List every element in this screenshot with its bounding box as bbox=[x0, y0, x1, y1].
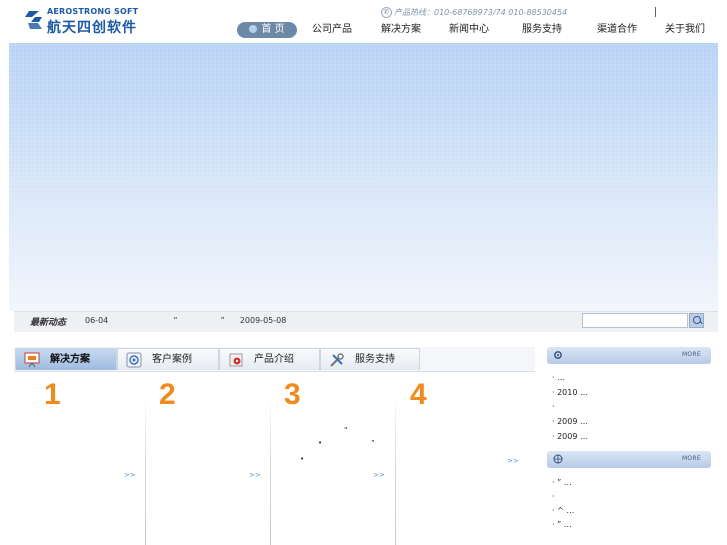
main-nav: 首 页 公司产品 解决方案 新闻中心 服务支持 渠道合作 关于我们 bbox=[0, 22, 727, 40]
phone-icon: ✆ bbox=[381, 7, 392, 18]
tab-products[interactable]: 产品介绍 bbox=[219, 348, 320, 370]
side-box-industry-header: MORE bbox=[547, 451, 711, 468]
solution-number-3: 3 bbox=[284, 378, 301, 411]
search-input[interactable] bbox=[582, 313, 688, 328]
hero-banner bbox=[9, 43, 718, 311]
nav-about[interactable]: 关于我们 bbox=[665, 22, 705, 38]
solution-number-4: 4 bbox=[410, 378, 427, 411]
content-tabs: 解决方案 客户案例 产品介绍 服务支持 bbox=[14, 347, 535, 372]
product-box-icon bbox=[229, 353, 243, 367]
side-industry-item[interactable]: · bbox=[552, 492, 555, 501]
latest-news-label: 最新动态 bbox=[30, 318, 67, 328]
side-industry-item[interactable]: · ” … bbox=[552, 478, 572, 487]
solution-1-more-link[interactable]: >> bbox=[124, 471, 136, 479]
banner-texture bbox=[9, 43, 718, 311]
globe-icon bbox=[553, 454, 563, 464]
side-box-news: MORE · … · 2010 … · · 2009 … · 2009 … bbox=[547, 347, 711, 441]
news-item-date: 06-04 bbox=[85, 316, 109, 325]
nav-home[interactable]: 首 页 bbox=[237, 22, 297, 38]
solutions-panel: 1 >> 2 >> 3 “ • ” • >> 4 >> bbox=[14, 372, 535, 545]
solution-3-more-link[interactable]: >> bbox=[373, 471, 385, 479]
news-ticker[interactable]: 06-04 “ ” 2009-05-08 bbox=[85, 316, 286, 325]
solution-2-more-link[interactable]: >> bbox=[249, 471, 261, 479]
side-news-item[interactable]: · 2009 … bbox=[552, 417, 588, 426]
solution-3-mark: • bbox=[300, 455, 305, 463]
solution-4-more-link[interactable]: >> bbox=[507, 457, 519, 465]
target-icon bbox=[126, 352, 142, 368]
tab-support[interactable]: 服务支持 bbox=[320, 348, 420, 370]
tab-cases-label: 客户案例 bbox=[152, 354, 192, 365]
solution-column-1: 1 >> bbox=[14, 372, 144, 545]
news-quote-open: “ bbox=[173, 316, 178, 325]
solution-3-mark: ” bbox=[371, 439, 375, 447]
tab-solutions-label: 解决方案 bbox=[50, 354, 90, 365]
solution-column-2: 2 >> bbox=[145, 372, 269, 545]
side-news-item[interactable]: · bbox=[552, 402, 555, 411]
nav-products[interactable]: 公司产品 bbox=[312, 22, 352, 38]
nav-solutions[interactable]: 解决方案 bbox=[381, 22, 421, 38]
side-box-industry: MORE · ” … · · ^ … · ” … bbox=[547, 451, 711, 529]
solution-3-mark: “ bbox=[344, 426, 348, 434]
tab-products-label: 产品介绍 bbox=[254, 354, 294, 365]
side-box-industry-more[interactable]: MORE bbox=[682, 455, 701, 462]
product-hotline: ✆ 产品热线：010-68768973/74 010-88530454 bbox=[381, 7, 567, 18]
tab-cases[interactable]: 客户案例 bbox=[117, 348, 219, 370]
side-news-item[interactable]: · … bbox=[552, 373, 565, 382]
globe-icon bbox=[249, 25, 258, 33]
side-box-news-header: MORE bbox=[547, 347, 711, 364]
search-button[interactable] bbox=[689, 313, 704, 328]
column-divider bbox=[145, 392, 146, 545]
column-divider bbox=[395, 392, 396, 545]
side-news-item[interactable]: · 2010 … bbox=[552, 388, 588, 397]
hotline-text: 产品热线：010-68768973/74 010-88530454 bbox=[394, 8, 568, 17]
solution-3-mark: • bbox=[318, 439, 323, 447]
column-divider bbox=[270, 392, 271, 545]
solution-column-3: 3 “ • ” • >> bbox=[270, 372, 394, 545]
site-header: AEROSTRONG SOFT 航天四创软件 ✆ 产品热线：010-6876897… bbox=[0, 0, 727, 42]
nav-news[interactable]: 新闻中心 bbox=[449, 22, 489, 38]
solution-number-1: 1 bbox=[44, 378, 61, 411]
brand-name-en: AEROSTRONG SOFT bbox=[47, 7, 139, 16]
side-news-item[interactable]: · 2009 … bbox=[552, 432, 588, 441]
nav-home-label: 首 页 bbox=[261, 24, 285, 35]
tab-solutions[interactable]: 解决方案 bbox=[15, 348, 117, 370]
tab-support-label: 服务支持 bbox=[355, 354, 395, 365]
nav-channel[interactable]: 渠道合作 bbox=[597, 22, 637, 38]
tools-icon bbox=[330, 353, 344, 367]
presentation-icon bbox=[24, 352, 40, 368]
solution-column-4: 4 >> bbox=[395, 372, 535, 545]
solution-number-2: 2 bbox=[159, 378, 176, 411]
side-box-news-more[interactable]: MORE bbox=[682, 351, 701, 358]
gear-icon bbox=[554, 351, 562, 359]
news-quote-close: ” bbox=[220, 316, 225, 325]
nav-service[interactable]: 服务支持 bbox=[522, 22, 562, 38]
side-industry-item[interactable]: · ” … bbox=[552, 520, 572, 529]
header-separator bbox=[655, 7, 656, 17]
news-item-date-2: 2009-05-08 bbox=[239, 316, 287, 325]
side-industry-item[interactable]: · ^ … bbox=[552, 506, 574, 515]
